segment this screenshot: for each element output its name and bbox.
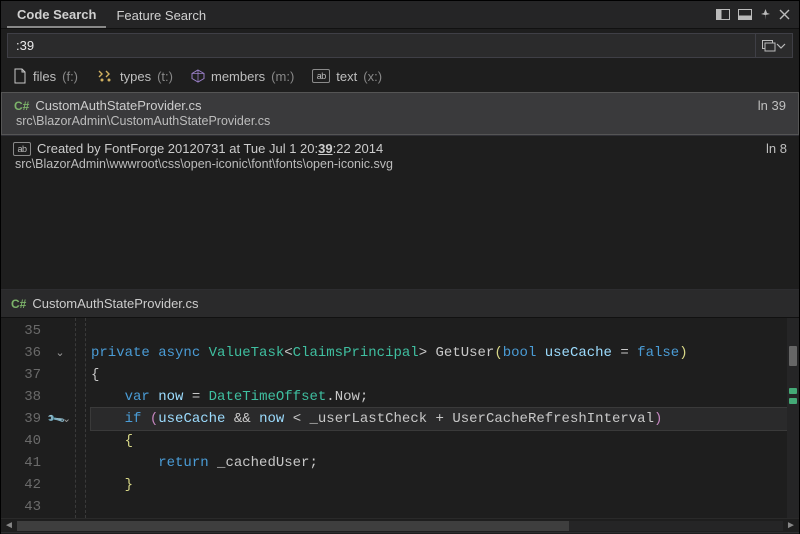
result-item[interactable]: ab Created by FontForge 20120731 at Tue … <box>1 135 799 177</box>
types-icon <box>96 69 114 83</box>
result-title: CustomAuthStateProvider.cs <box>35 98 732 113</box>
fold-gutter: ⌄ 🔧⌄ <box>49 318 71 518</box>
filter-types-label: types <box>120 69 151 84</box>
tab-feature-search[interactable]: Feature Search <box>106 2 216 27</box>
window-controls <box>713 7 793 22</box>
filter-text[interactable]: ab text (x:) <box>312 69 382 84</box>
close-icon[interactable] <box>776 7 793 22</box>
filter-members-hint: (m:) <box>271 69 294 84</box>
filter-files-label: files <box>33 69 56 84</box>
scroll-marker <box>789 346 797 366</box>
result-item[interactable]: C# CustomAuthStateProvider.cs ln 39 src\… <box>1 92 799 135</box>
result-title: Created by FontForge 20120731 at Tue Jul… <box>37 141 733 156</box>
dock-bottom-icon[interactable] <box>735 7 755 22</box>
code-editor[interactable]: 35 36 37 38 39 40 41 42 43 ⌄ 🔧⌄ <box>1 318 799 518</box>
search-scope-dropdown[interactable] <box>755 34 792 57</box>
result-line: ln 8 <box>747 141 787 156</box>
filter-text-hint: (x:) <box>363 69 382 84</box>
scroll-marker <box>789 398 797 404</box>
search-tabbar: Code Search Feature Search <box>1 1 799 29</box>
text-icon: ab <box>312 69 330 83</box>
filter-members[interactable]: members (m:) <box>191 69 294 84</box>
search-row <box>7 33 793 58</box>
scroll-right-icon[interactable]: ► <box>783 520 799 531</box>
line-number-gutter: 35 36 37 38 39 40 41 42 43 <box>1 318 49 518</box>
filter-types-hint: (t:) <box>157 69 173 84</box>
csharp-icon: C# <box>14 99 29 113</box>
result-path: src\BlazorAdmin\CustomAuthStateProvider.… <box>14 114 786 128</box>
scroll-left-icon[interactable]: ◄ <box>1 520 17 531</box>
filter-text-label: text <box>336 69 357 84</box>
current-line: if (useCache && now < _userLastCheck + U… <box>91 408 799 430</box>
scroll-thumb[interactable] <box>17 521 569 531</box>
horizontal-scrollbar[interactable]: ◄ ► <box>1 518 799 532</box>
fold-chevron-icon[interactable]: ⌄ <box>55 346 64 360</box>
text-file-icon: ab <box>13 142 31 156</box>
members-icon <box>191 69 205 83</box>
csharp-icon: C# <box>11 297 26 311</box>
filter-files-hint: (f:) <box>62 69 78 84</box>
search-input[interactable] <box>8 34 755 57</box>
preview-pane: C# CustomAuthStateProvider.cs 35 36 37 3… <box>1 289 799 534</box>
tab-code-search[interactable]: Code Search <box>7 1 106 28</box>
filter-members-label: members <box>211 69 265 84</box>
results-list: C# CustomAuthStateProvider.cs ln 39 src\… <box>1 92 799 177</box>
preview-file-name: CustomAuthStateProvider.cs <box>32 296 198 311</box>
indent-guides <box>71 318 91 518</box>
code-content: private async ValueTask<ClaimsPrincipal>… <box>91 318 799 518</box>
pin-icon[interactable] <box>757 7 774 22</box>
chevron-down-icon <box>776 40 786 52</box>
dock-left-icon[interactable] <box>713 7 733 22</box>
filter-bar: files (f:) types (t:) members (m:) ab te… <box>1 62 799 92</box>
preview-file-tab[interactable]: C# CustomAuthStateProvider.cs <box>1 290 799 318</box>
scroll-marker <box>789 388 797 394</box>
file-icon <box>13 68 27 84</box>
filter-files[interactable]: files (f:) <box>13 68 78 84</box>
scope-icon <box>762 40 776 52</box>
vertical-scrollbar[interactable] <box>787 318 799 518</box>
filter-types[interactable]: types (t:) <box>96 69 173 84</box>
result-path: src\BlazorAdmin\wwwroot\css\open-iconic\… <box>13 157 787 171</box>
result-line: ln 39 <box>746 98 786 113</box>
